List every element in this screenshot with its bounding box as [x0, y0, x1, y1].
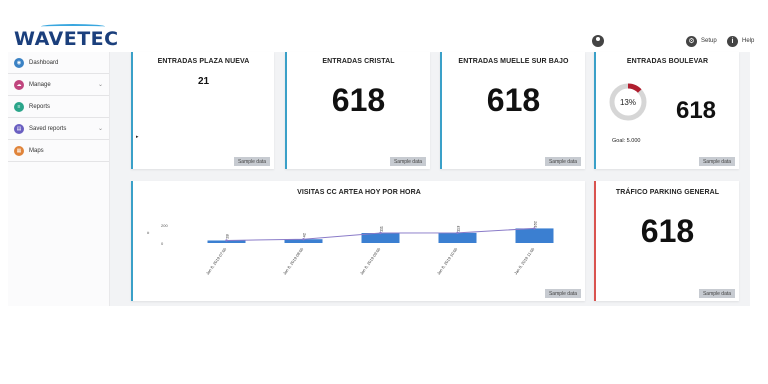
y-tick-label: 200	[161, 223, 168, 228]
cloud-icon: ☁	[14, 79, 24, 90]
sidebar-item-manage[interactable]: ☁ Manage ⌄	[8, 74, 109, 96]
bar-data-label: 113	[456, 225, 461, 232]
sidebar-item-label: Saved reports	[29, 125, 67, 132]
page-bottom-blank	[0, 306, 768, 384]
saved-reports-icon: ▤	[14, 123, 24, 134]
card-title: ENTRADAS MUELLE SUR BAJO	[458, 58, 569, 65]
chevron-down-icon[interactable]: ⌄	[98, 125, 103, 132]
dashboard-icon: ◉	[14, 57, 24, 68]
gear-icon: ⚙	[686, 35, 697, 47]
trend-point	[302, 238, 305, 241]
y-axis-mark: #	[147, 230, 150, 235]
card-trafico-parking-general: TRÁFICO PARKING GENERAL 618 Sample data	[594, 181, 739, 301]
chart-bar	[515, 228, 554, 243]
bar-data-label: 28	[225, 233, 230, 238]
sidebar-item-label: Reports	[29, 103, 51, 110]
card-title: TRÁFICO PARKING GENERAL	[615, 189, 720, 196]
card-title: ENTRADAS PLAZA NUEVA	[157, 58, 250, 65]
sample-data-button[interactable]: Sample data	[699, 157, 735, 166]
card-visitas-chart: VISITAS CC ARTEA HOY POR HORA 200 0 #28 Jan…	[131, 181, 585, 301]
card-value: 618	[486, 82, 541, 118]
sidebar-item-label: Dashboard	[29, 59, 59, 66]
bar-data-label: 162	[533, 220, 538, 227]
card-value: 21	[197, 76, 210, 87]
trend-point	[533, 227, 536, 230]
wavetec-logo[interactable]: WAVETEC	[14, 24, 119, 50]
card-entradas-cristal: ENTRADAS CRISTAL 618 Sample data	[285, 52, 430, 169]
x-tick-label: Jan 8, 2019 11:00	[513, 246, 536, 275]
visitas-bar-chart: 200 0 #28 Jan 8, 2019 07:00 42 Jan 8, 2019 08…	[147, 220, 554, 276]
sidebar-item-saved-reports[interactable]: ▤ Saved reports ⌄	[8, 118, 109, 140]
card-entradas-boulevar: ENTRADAS BOULEVAR 13% 618 Goal: 5.000 Sa…	[594, 52, 739, 169]
sidebar-item-reports[interactable]: ≡ Reports	[8, 96, 109, 118]
sidebar: ◉ Dashboard ☁ Manage ⌄ ≡ Reports ▤ Saved…	[8, 52, 110, 306]
trend-point	[225, 239, 228, 242]
bar-data-label: 111	[379, 225, 384, 232]
bar-data-label: 42	[302, 232, 307, 237]
help-link[interactable]: i Help	[727, 35, 754, 47]
help-label: Help	[742, 38, 755, 44]
card-entradas-muelle-sur-bajo: ENTRADAS MUELLE SUR BAJO 618 Sample data	[440, 52, 585, 169]
expand-arrow-icon[interactable]: ▸	[136, 134, 139, 140]
info-icon: i	[727, 35, 738, 47]
x-tick-label: Jan 8, 2019 08:00	[282, 246, 305, 276]
top-bar: WAVETEC ⚙ Setup i Help	[0, 0, 768, 52]
sample-data-button[interactable]: Sample data	[699, 289, 735, 298]
trend-point	[379, 231, 382, 235]
x-tick-label: Jan 8, 2019 10:00	[436, 246, 459, 276]
chart-bar	[438, 232, 477, 243]
chevron-down-icon[interactable]: ⌄	[98, 81, 103, 88]
maps-icon: ▦	[14, 145, 24, 156]
logo-text: WAVETEC	[14, 28, 119, 50]
logo-swoosh	[41, 24, 105, 29]
sample-data-button[interactable]: Sample data	[545, 157, 581, 166]
card-entradas-plaza-nueva: ENTRADAS PLAZA NUEVA 21 ▸ Sample data	[131, 52, 274, 169]
x-tick-label: Jan 8, 2019 07:00	[205, 246, 228, 276]
sample-data-button[interactable]: Sample data	[545, 289, 581, 298]
donut-percent-label: 13%	[619, 97, 636, 107]
dashboard-main: ENTRADAS PLAZA NUEVA 21 ▸ Sample data EN…	[110, 52, 750, 306]
card-value: 618	[331, 82, 386, 118]
sidebar-item-label: Manage	[29, 81, 51, 88]
y-tick-label: 0	[161, 241, 164, 246]
setup-link[interactable]: ⚙ Setup	[686, 35, 717, 47]
sample-data-button[interactable]: Sample data	[234, 157, 270, 166]
goal-label: Goal: 5.000	[612, 138, 641, 144]
user-icon[interactable]	[592, 35, 604, 47]
trend-point	[456, 231, 459, 235]
sidebar-item-label: Maps	[29, 147, 44, 154]
sidebar-item-maps[interactable]: ▦ Maps	[8, 140, 109, 162]
setup-label: Setup	[701, 38, 717, 44]
sample-data-button[interactable]: Sample data	[390, 157, 426, 166]
card-title: ENTRADAS CRISTAL	[322, 58, 395, 65]
card-value: 618	[675, 97, 717, 124]
goal-donut: 13%	[608, 82, 648, 122]
card-value: 618	[640, 213, 695, 249]
card-title: ENTRADAS BOULEVAR	[626, 58, 709, 65]
x-tick-label: Jan 8, 2019 09:00	[359, 246, 382, 276]
reports-icon: ≡	[14, 101, 24, 112]
sidebar-item-dashboard[interactable]: ◉ Dashboard	[8, 52, 109, 74]
